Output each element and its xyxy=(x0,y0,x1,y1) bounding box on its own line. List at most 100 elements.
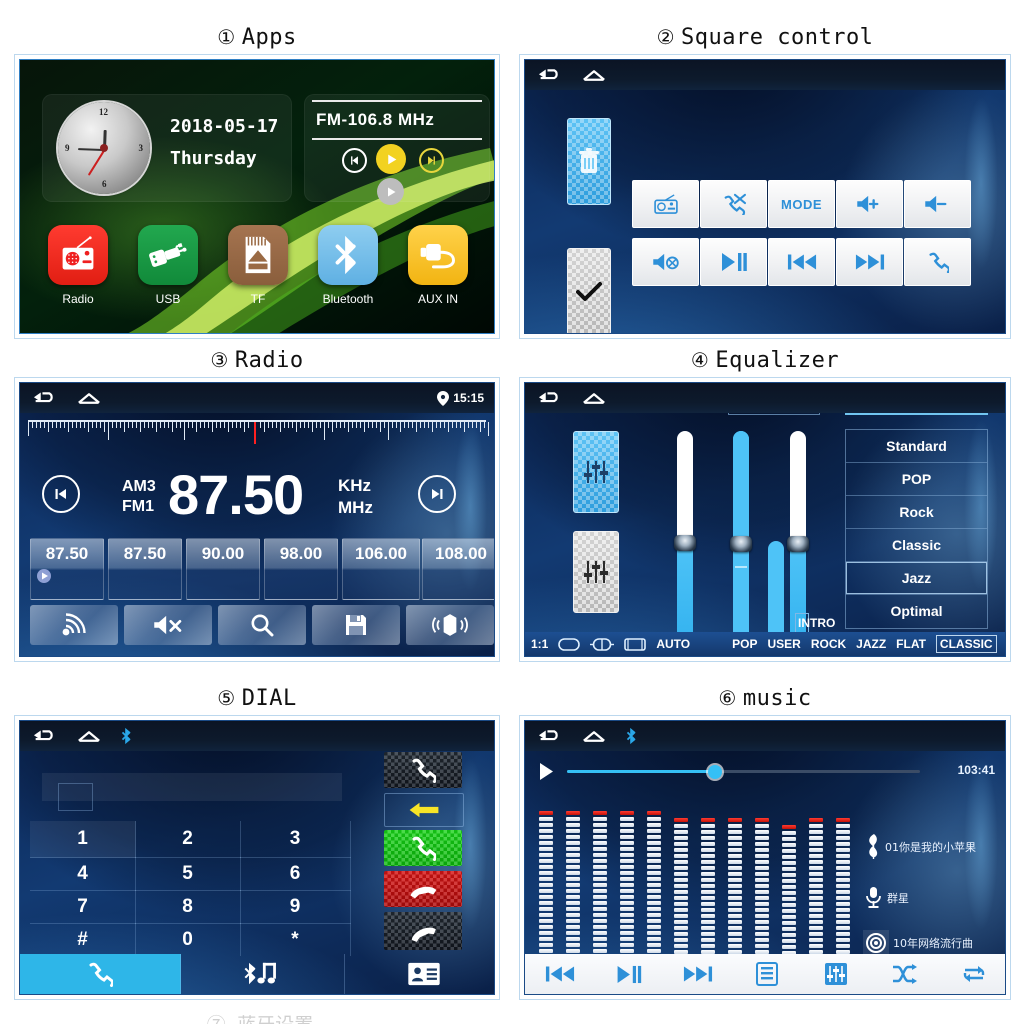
ruler-tick xyxy=(120,422,121,428)
radio-preset-1[interactable]: 87.50 xyxy=(30,538,104,600)
radio-preset-4[interactable]: 98.00 xyxy=(264,538,338,600)
dial-active-call-button[interactable] xyxy=(384,752,462,788)
eq-preset-standard[interactable]: Standard xyxy=(846,430,987,463)
fader-center-icon[interactable] xyxy=(590,637,615,651)
music-previous-button[interactable] xyxy=(525,954,595,994)
eq-preset-classic[interactable]: Classic xyxy=(846,529,987,562)
dial-backspace-button[interactable] xyxy=(384,793,464,827)
radio-mute-button[interactable] xyxy=(124,605,212,645)
eq-slider-vol-knob[interactable] xyxy=(674,535,696,551)
dial-key-2[interactable]: 2 xyxy=(135,821,241,858)
dial-key-hash[interactable]: # xyxy=(30,923,136,956)
music-playlist-button[interactable] xyxy=(732,954,802,994)
radio-preset-5[interactable]: 106.00 xyxy=(342,538,420,600)
music-shuffle-button[interactable] xyxy=(870,954,940,994)
radio-widget-next-button[interactable] xyxy=(419,148,444,173)
radio-next-button[interactable] xyxy=(418,475,456,513)
square-button-volume-up[interactable] xyxy=(836,180,903,228)
home-icon[interactable] xyxy=(76,728,102,745)
dial-key-8[interactable]: 8 xyxy=(135,890,241,924)
radio-preset-2[interactable]: 87.50 xyxy=(108,538,182,600)
radio-preset-6[interactable]: 108.00 xyxy=(422,538,494,600)
home-icon[interactable] xyxy=(581,67,607,84)
music-repeat-button[interactable] xyxy=(939,954,1005,994)
eq-footer-auto[interactable]: AUTO xyxy=(656,637,690,651)
square-button-call[interactable] xyxy=(904,238,971,286)
eq-slider-tre-knob[interactable] xyxy=(730,536,752,552)
dial-key-5[interactable]: 5 xyxy=(135,857,241,891)
dial-key-4[interactable]: 4 xyxy=(30,857,136,891)
home-icon[interactable] xyxy=(76,390,102,407)
square-confirm-button[interactable] xyxy=(567,248,611,333)
music-equalizer-button[interactable] xyxy=(801,954,871,994)
dial-key-3[interactable]: 3 xyxy=(240,821,351,858)
app-label-tf: TF xyxy=(250,292,266,306)
eq-preset-rock[interactable]: Rock xyxy=(846,496,987,529)
dial-tab-bluetooth-music[interactable] xyxy=(180,954,345,994)
eq-footer-mode-user[interactable]: USER xyxy=(767,637,800,651)
radio-search-button[interactable] xyxy=(218,605,306,645)
eq-footer-mode-jazz[interactable]: JAZZ xyxy=(856,637,886,651)
radio-prev-button[interactable] xyxy=(42,475,80,513)
square-button-previous[interactable] xyxy=(768,238,835,286)
eq-slider-bass-knob[interactable] xyxy=(787,536,809,552)
eq-preset-optimal[interactable]: Optimal xyxy=(846,595,987,627)
back-icon[interactable] xyxy=(32,728,58,745)
tuner-ruler[interactable] xyxy=(28,420,489,448)
dial-key-6[interactable]: 6 xyxy=(240,857,351,891)
dial-answer-button[interactable] xyxy=(384,830,462,866)
dial-tab-contacts[interactable] xyxy=(344,954,494,994)
radio-loudness-button[interactable] xyxy=(406,605,494,645)
radio-widget-play-button[interactable] xyxy=(376,144,406,174)
square-button-mute[interactable] xyxy=(632,238,699,286)
radio-widget-secondary-play-button[interactable] xyxy=(377,178,404,205)
square-button-next[interactable] xyxy=(836,238,903,286)
dial-key-0[interactable]: 0 xyxy=(135,923,241,956)
fader-front-icon[interactable] xyxy=(558,637,581,651)
back-icon[interactable] xyxy=(537,67,563,84)
fader-rear-icon[interactable] xyxy=(624,637,647,651)
ruler-tick xyxy=(228,422,229,432)
square-button-call-end[interactable] xyxy=(700,180,767,228)
spectrum-bar xyxy=(620,811,634,959)
music-progress-knob[interactable] xyxy=(708,765,722,779)
eq-footer-mode-flat[interactable]: FLAT xyxy=(896,637,926,651)
music-play-pause-button[interactable] xyxy=(594,954,664,994)
app-icon-tf[interactable] xyxy=(228,225,288,285)
eq-footer-mode-classic[interactable]: CLASSIC xyxy=(935,635,997,653)
radio-save-button[interactable] xyxy=(312,605,400,645)
dial-key-9[interactable]: 9 xyxy=(240,890,351,924)
dial-key-7[interactable]: 7 xyxy=(30,890,136,924)
dial-key-1[interactable]: 1 xyxy=(30,821,136,858)
app-icon-bluetooth[interactable] xyxy=(318,225,378,285)
app-icon-radio[interactable] xyxy=(48,225,108,285)
status-right: 15:15 xyxy=(437,390,494,406)
music-next-button[interactable] xyxy=(663,954,733,994)
home-icon[interactable] xyxy=(581,728,607,745)
eq-footer-mode-rock[interactable]: ROCK xyxy=(811,637,846,651)
eq-mode-button-active[interactable] xyxy=(573,431,619,513)
square-button-play-pause[interactable] xyxy=(700,238,767,286)
dial-tab-phone[interactable] xyxy=(20,954,181,994)
dial-hangup-button[interactable] xyxy=(384,871,462,907)
square-button-radio[interactable] xyxy=(632,180,699,228)
back-icon[interactable] xyxy=(537,390,563,407)
eq-preset-jazz[interactable]: Jazz xyxy=(846,562,987,595)
app-icon-usb[interactable] xyxy=(138,225,198,285)
eq-footer-mode-pop[interactable]: POP xyxy=(732,637,757,651)
music-play-indicator[interactable] xyxy=(539,763,554,785)
square-button-mode[interactable]: MODE xyxy=(768,180,835,228)
radio-preset-3[interactable]: 90.00 xyxy=(186,538,260,600)
back-icon[interactable] xyxy=(32,390,58,407)
eq-preset-pop[interactable]: POP xyxy=(846,463,987,496)
back-icon[interactable] xyxy=(537,728,563,745)
radio-widget-prev-button[interactable] xyxy=(342,148,367,173)
dial-handset-button[interactable] xyxy=(384,912,462,950)
app-icon-aux-in[interactable] xyxy=(408,225,468,285)
dial-key-star[interactable]: * xyxy=(240,923,351,956)
square-button-volume-down[interactable] xyxy=(904,180,971,228)
home-icon[interactable] xyxy=(581,390,607,407)
radio-band-button[interactable] xyxy=(30,605,118,645)
eq-mode-button[interactable] xyxy=(573,531,619,613)
square-trash-button[interactable] xyxy=(567,118,611,205)
